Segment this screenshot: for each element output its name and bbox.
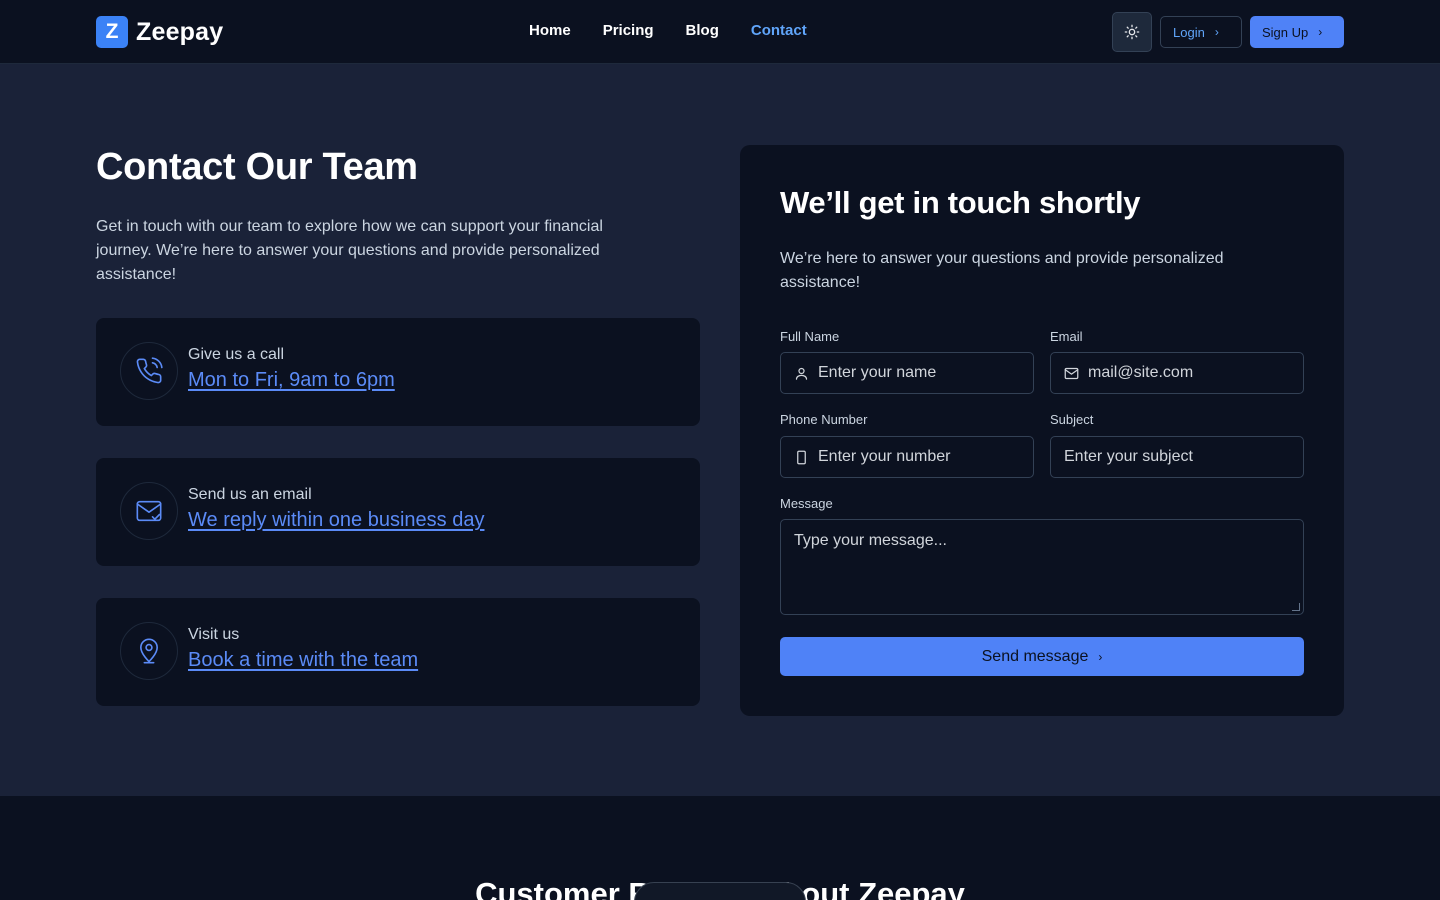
brand-name: Zeepay: [136, 17, 224, 46]
message-textarea[interactable]: [794, 532, 1290, 602]
theme-toggle-button[interactable]: [1112, 12, 1152, 52]
subject-label: Subject: [1050, 412, 1094, 427]
contact-form-card: We’ll get in touch shortly We’re here to…: [740, 145, 1344, 716]
full-name-input[interactable]: [818, 364, 1033, 382]
message-field[interactable]: [780, 519, 1304, 615]
email-label: Email: [1050, 329, 1083, 344]
page-title: Contact Our Team: [96, 146, 418, 188]
login-label: Login: [1173, 24, 1205, 40]
contact-intro: Contact Our Team Get in touch with our t…: [96, 146, 700, 287]
phone-input[interactable]: [818, 448, 1033, 466]
sun-icon: [1124, 24, 1140, 40]
reviews-section: Customer Reviews About Zeepay: [0, 796, 1440, 900]
chevron-right-icon: ›: [1318, 25, 1323, 39]
email-input[interactable]: [1088, 364, 1303, 382]
phone-label: Phone Number: [780, 412, 868, 427]
signup-label: Sign Up: [1262, 24, 1309, 40]
call-hours-link[interactable]: Mon to Fri, 9am to 6pm: [188, 369, 395, 392]
phone-icon: [120, 342, 178, 400]
form-title: We’ll get in touch shortly: [780, 185, 1141, 220]
email-field[interactable]: [1050, 352, 1304, 394]
nav-link-blog[interactable]: Blog: [686, 22, 719, 39]
full-name-field[interactable]: [780, 352, 1034, 394]
send-message-button[interactable]: Send message ›: [780, 637, 1304, 676]
contact-card-visit: Visit us Book a time with the team: [96, 598, 700, 706]
book-time-link[interactable]: Book a time with the team: [188, 649, 418, 672]
mail-icon: [1064, 366, 1079, 381]
card-label: Visit us: [188, 626, 240, 643]
message-label: Message: [780, 496, 833, 511]
floating-toolbar[interactable]: [634, 882, 806, 900]
page-lead: Get in touch with our team to explore ho…: [96, 218, 603, 283]
nav-link-home[interactable]: Home: [529, 22, 571, 39]
brand[interactable]: Z Zeepay: [96, 16, 223, 48]
login-button[interactable]: Login ›: [1160, 16, 1242, 48]
chevron-right-icon: ›: [1098, 649, 1103, 664]
subject-input[interactable]: [1064, 448, 1303, 466]
phone-field[interactable]: [780, 436, 1034, 478]
main-nav: Home Pricing Blog Contact: [529, 22, 807, 39]
top-navbar: Z Zeepay Home Pricing Blog Contact Login…: [0, 0, 1440, 64]
signup-button[interactable]: Sign Up ›: [1250, 16, 1344, 48]
contact-card-call: Give us a call Mon to Fri, 9am to 6pm: [96, 318, 700, 426]
resize-handle[interactable]: [1292, 603, 1300, 611]
nav-link-pricing[interactable]: Pricing: [603, 22, 654, 39]
card-label: Send us an email: [188, 486, 312, 503]
location-pin-icon: [120, 622, 178, 680]
subject-field[interactable]: [1050, 436, 1304, 478]
brand-logo: Z: [96, 16, 128, 48]
chevron-right-icon: ›: [1214, 25, 1219, 39]
contact-card-email: Send us an email We reply within one bus…: [96, 458, 700, 566]
smartphone-icon: [794, 450, 809, 465]
send-message-label: Send message: [981, 647, 1089, 665]
card-label: Give us a call: [188, 346, 285, 363]
full-name-label: Full Name: [780, 329, 840, 344]
user-icon: [794, 366, 809, 381]
form-subtitle: We’re here to answer your questions and …: [780, 250, 1224, 291]
nav-link-contact[interactable]: Contact: [751, 22, 807, 39]
email-reply-link[interactable]: We reply within one business day: [188, 509, 484, 532]
mail-icon: [120, 482, 178, 540]
